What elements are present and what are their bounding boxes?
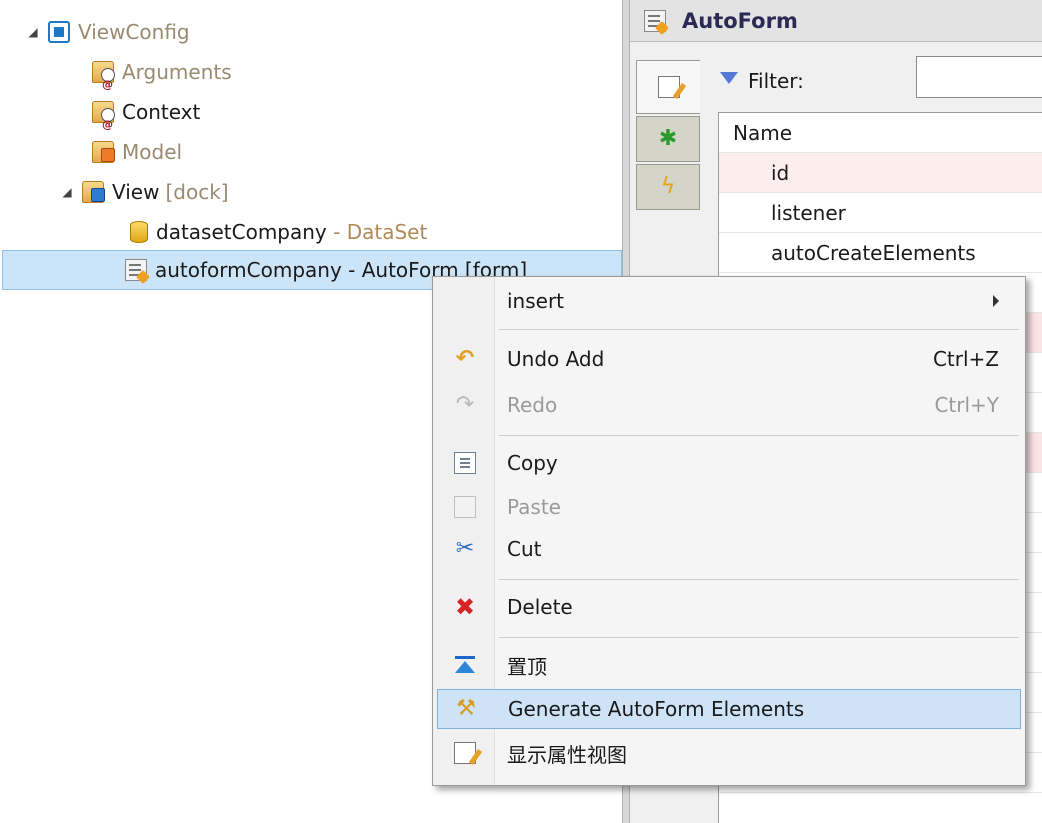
dataset-icon — [130, 221, 148, 243]
menu-item-label: Generate AutoForm Elements — [508, 697, 805, 721]
tab-events[interactable]: ϟ — [636, 164, 700, 210]
menu-item-label: 显示属性视图 — [507, 742, 627, 767]
menu-item-label: Paste — [507, 495, 561, 519]
properties-title: AutoForm — [682, 8, 798, 33]
menu-item-insert[interactable]: insert — [437, 281, 1021, 321]
submenu-arrow-icon — [993, 295, 999, 307]
copy-icon — [454, 452, 476, 474]
filter-row: Filter: — [720, 58, 804, 104]
tree-node-separator: - — [341, 258, 362, 282]
menu-item-shortcut: Ctrl+Y — [934, 393, 999, 417]
tree-node-label: View — [112, 180, 160, 204]
filter-input[interactable] — [916, 56, 1042, 98]
filter-icon — [720, 72, 738, 90]
tree-node-datasetcompany[interactable]: datasetCompany - DataSet — [130, 212, 427, 252]
tree-node-label: Model — [122, 140, 183, 164]
context-folder-icon — [92, 101, 115, 145]
tree-node-suffix: [dock] — [165, 180, 229, 204]
menu-item-paste[interactable]: Paste — [437, 487, 1021, 527]
menu-item-label: Copy — [507, 451, 558, 475]
tab-properties[interactable] — [636, 60, 700, 114]
menu-item-undo[interactable]: ↶ Undo Add Ctrl+Z — [437, 339, 1021, 379]
menu-item-delete[interactable]: ✖ Delete — [437, 587, 1021, 627]
menu-item-label: Redo — [507, 393, 558, 417]
table-header-name[interactable]: Name — [719, 113, 1042, 153]
magic-wand-icon: ⚒ — [456, 696, 476, 721]
tree-node-arguments[interactable]: Arguments — [92, 52, 232, 105]
menu-item-shortcut: Ctrl+Z — [932, 347, 999, 371]
menu-separator — [499, 329, 1019, 330]
tree-node-label: Arguments — [122, 60, 232, 84]
arguments-folder-icon — [92, 61, 115, 105]
menu-separator — [499, 579, 1019, 580]
table-row[interactable]: id — [719, 153, 1042, 193]
tab-pin[interactable]: ✱ — [636, 116, 700, 162]
delete-icon: ✖ — [454, 593, 476, 621]
move-to-top-icon — [455, 656, 475, 674]
collapse-arrow-icon[interactable]: ◢ — [26, 12, 40, 52]
collapse-arrow-icon[interactable]: ◢ — [60, 172, 74, 212]
undo-icon: ↶ — [455, 346, 475, 371]
tree-node-viewconfig[interactable]: ◢ ViewConfig — [26, 12, 190, 52]
tree-node-label: autoformCompany — [155, 258, 342, 282]
menu-item-copy[interactable]: Copy — [437, 443, 1021, 483]
lightning-icon: ϟ — [660, 174, 676, 199]
tree-node-label: Context — [122, 100, 201, 124]
menu-item-redo[interactable]: ↷ Redo Ctrl+Y — [437, 385, 1021, 425]
menu-item-show-properties-view[interactable]: 显示属性视图 — [437, 733, 1021, 773]
properties-side-tabs: ✱ ϟ — [636, 60, 700, 212]
redo-icon: ↷ — [455, 392, 475, 417]
context-menu: insert ↶ Undo Add Ctrl+Z ↷ Redo Ctrl+Y C… — [432, 276, 1026, 786]
menu-item-label: insert — [507, 289, 565, 313]
tree-node-label: datasetCompany — [156, 220, 327, 244]
view-folder-icon — [82, 181, 105, 203]
cut-icon: ✂ — [455, 536, 475, 561]
viewconfig-icon — [48, 21, 70, 43]
tree-node-separator: - — [326, 220, 347, 244]
tree-node-view[interactable]: ◢ View [dock] — [60, 172, 229, 212]
pin-icon: ✱ — [658, 126, 678, 151]
properties-view-icon — [454, 742, 476, 764]
table-row[interactable]: autoCreateElements — [719, 233, 1042, 273]
menu-item-generate-autoform-elements[interactable]: ⚒ Generate AutoForm Elements — [437, 689, 1021, 729]
table-row[interactable]: listener — [719, 193, 1042, 233]
menu-item-label: Undo Add — [507, 347, 605, 371]
properties-header: AutoForm — [630, 0, 1042, 42]
menu-item-label: Cut — [507, 537, 542, 561]
edit-properties-icon — [657, 76, 680, 98]
menu-item-label: 置顶 — [507, 654, 547, 679]
filter-label: Filter: — [748, 69, 804, 93]
menu-item-label: Delete — [507, 595, 573, 619]
tree-node-label: ViewConfig — [78, 20, 190, 44]
menu-separator — [499, 637, 1019, 638]
menu-item-bring-to-top[interactable]: 置顶 — [437, 645, 1021, 685]
menu-item-cut[interactable]: ✂ Cut — [437, 529, 1021, 569]
autoform-icon — [644, 9, 666, 32]
menu-separator — [499, 435, 1019, 436]
autoform-icon — [125, 259, 147, 281]
paste-icon — [454, 496, 476, 518]
tree-node-type: DataSet — [346, 220, 428, 244]
